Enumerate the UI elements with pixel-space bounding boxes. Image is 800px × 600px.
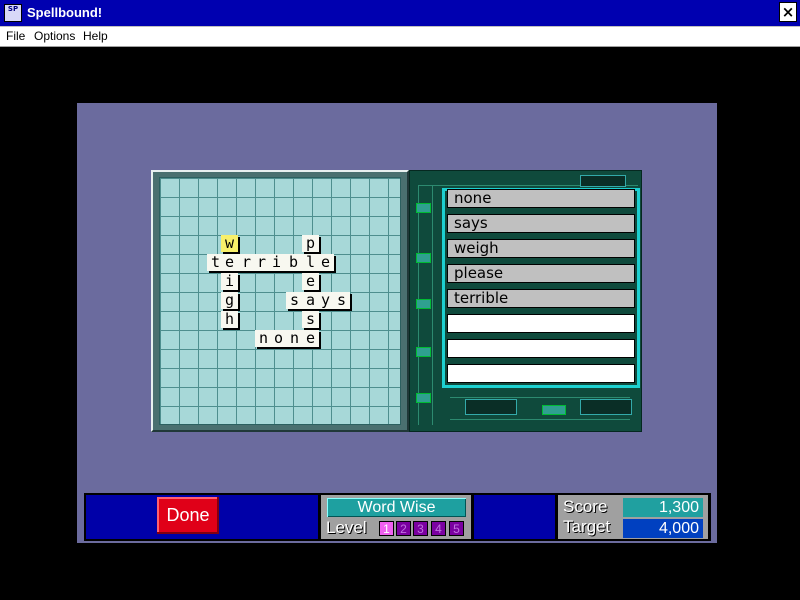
word-slot: terrible	[447, 289, 635, 308]
menu-options[interactable]: Options	[34, 29, 75, 43]
word-slot: weigh	[447, 239, 635, 258]
circuit-pad	[416, 253, 431, 263]
window-title: Spellbound!	[27, 5, 103, 20]
level-2-button[interactable]: 2	[396, 521, 411, 536]
circuit-pad	[416, 347, 431, 357]
menu-help[interactable]: Help	[83, 29, 108, 43]
circuit-pad	[542, 405, 566, 415]
level-4-button[interactable]: 4	[431, 521, 446, 536]
ribbon-border	[637, 188, 640, 388]
letter-tile[interactable]: o	[270, 330, 287, 347]
word-slot-empty	[447, 339, 635, 358]
crossword-board[interactable]	[159, 177, 401, 425]
letter-tile[interactable]: i	[221, 273, 238, 290]
level-3-button[interactable]: 3	[413, 521, 428, 536]
letter-tile[interactable]: h	[221, 311, 238, 328]
letter-tile[interactable]: n	[286, 330, 303, 347]
letter-tile[interactable]: e	[302, 273, 319, 290]
letter-tile[interactable]: s	[286, 292, 303, 309]
chip-icon	[580, 175, 626, 187]
circuit-trace	[432, 185, 433, 425]
circuit-pad	[416, 203, 431, 213]
letter-tile[interactable]: p	[302, 235, 319, 252]
word-slot-empty	[447, 314, 635, 333]
circuit-trace	[450, 397, 630, 398]
letter-tile[interactable]: e	[302, 330, 319, 347]
word-slot: none	[447, 189, 635, 208]
close-button[interactable]: ×	[779, 2, 797, 22]
letter-tile[interactable]: s	[302, 311, 319, 328]
letter-tile[interactable]: e	[317, 254, 334, 271]
circuit-pad	[416, 299, 431, 309]
menu-bar: File Options Help	[0, 27, 800, 47]
letter-tile[interactable]: w	[221, 235, 238, 252]
level-5-button[interactable]: 5	[449, 521, 464, 536]
word-slot-empty	[447, 364, 635, 383]
letter-tile[interactable]: y	[317, 292, 334, 309]
circuit-trace	[450, 419, 630, 420]
chip-icon	[580, 399, 632, 415]
level-label: Level	[326, 518, 367, 537]
game-name: Word Wise	[327, 498, 466, 517]
spellbound-app-icon[interactable]: SP	[4, 4, 22, 22]
letter-tile[interactable]: i	[268, 254, 285, 271]
level-1-button[interactable]: 1	[379, 521, 394, 536]
spacer-panel	[474, 495, 555, 539]
letter-tile[interactable]: g	[221, 292, 238, 309]
ribbon-border	[442, 188, 445, 388]
chip-icon	[465, 399, 517, 415]
letter-tile[interactable]: e	[221, 254, 238, 271]
target-value: 4,000	[623, 519, 703, 538]
title-bar: SP Spellbound! ×	[0, 0, 800, 27]
circuit-pad	[416, 393, 431, 403]
score-value: 1,300	[623, 498, 703, 517]
word-slot: says	[447, 214, 635, 233]
menu-file[interactable]: File	[6, 29, 25, 43]
word-slot: please	[447, 264, 635, 283]
ribbon-border	[442, 385, 640, 388]
done-button[interactable]: Done	[157, 497, 219, 534]
target-label: Target	[563, 517, 611, 536]
score-label: Score	[563, 497, 608, 516]
letter-tile[interactable]: s	[333, 292, 350, 309]
letter-tile[interactable]: b	[285, 254, 302, 271]
